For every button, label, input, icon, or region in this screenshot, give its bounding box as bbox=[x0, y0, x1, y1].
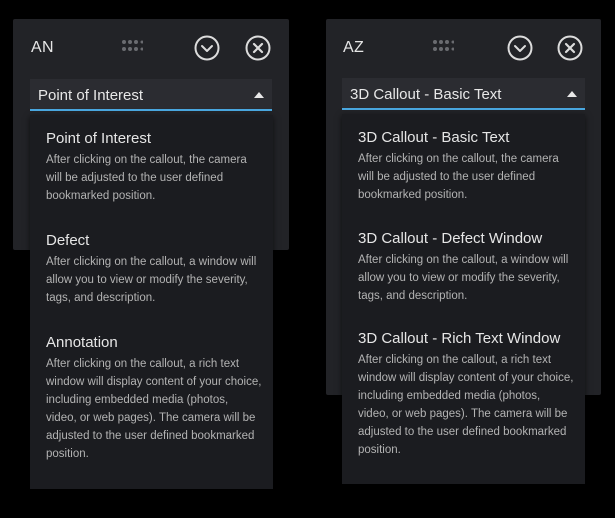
menu-option-defect[interactable]: Defect After clicking on the callout, a … bbox=[46, 231, 265, 307]
menu-option-point-of-interest[interactable]: Point of Interest After clicking on the … bbox=[46, 129, 265, 205]
option-description: After clicking on the callout, a rich te… bbox=[46, 358, 262, 460]
callout-type-select[interactable]: 3D Callout - Basic Text bbox=[342, 78, 585, 110]
close-button[interactable] bbox=[557, 35, 583, 61]
option-description: After clicking on the callout, the camer… bbox=[46, 154, 247, 202]
collapse-button[interactable] bbox=[194, 35, 220, 61]
callout-type-select[interactable]: Point of Interest bbox=[30, 79, 272, 111]
option-title: 3D Callout - Basic Text bbox=[358, 129, 510, 146]
option-title: Defect bbox=[46, 232, 90, 249]
option-description: After clicking on the callout, a window … bbox=[358, 254, 569, 302]
drag-grip-icon[interactable] bbox=[121, 39, 143, 53]
menu-option-basic-text[interactable]: 3D Callout - Basic Text After clicking o… bbox=[358, 128, 577, 204]
panel-title: AN bbox=[31, 39, 54, 56]
option-description: After clicking on the callout, a window … bbox=[46, 256, 257, 304]
caret-up-icon bbox=[254, 92, 264, 98]
collapse-button[interactable] bbox=[507, 35, 533, 61]
close-circle-icon bbox=[557, 35, 583, 61]
option-title: Point of Interest bbox=[46, 130, 152, 147]
chevron-down-circle-icon bbox=[194, 35, 220, 61]
callout-type-menu: 3D Callout - Basic Text After clicking o… bbox=[342, 114, 585, 484]
option-title: 3D Callout - Rich Text Window bbox=[358, 330, 561, 347]
menu-option-annotation[interactable]: Annotation After clicking on the callout… bbox=[46, 333, 265, 463]
select-value: Point of Interest bbox=[38, 87, 144, 104]
panel-header: AZ bbox=[326, 19, 601, 77]
option-description: After clicking on the callout, a rich te… bbox=[358, 354, 574, 456]
close-circle-icon bbox=[245, 35, 271, 61]
select-value: 3D Callout - Basic Text bbox=[350, 86, 502, 103]
panel-header: AN bbox=[13, 19, 289, 77]
drag-grip-icon[interactable] bbox=[432, 39, 454, 53]
callout-type-menu: Point of Interest After clicking on the … bbox=[30, 115, 273, 489]
option-title: 3D Callout - Defect Window bbox=[358, 230, 543, 247]
panel-title: AZ bbox=[343, 39, 365, 56]
menu-option-defect-window[interactable]: 3D Callout - Defect Window After clickin… bbox=[358, 229, 577, 305]
option-description: After clicking on the callout, the camer… bbox=[358, 153, 559, 201]
option-title: Annotation bbox=[46, 334, 118, 351]
menu-option-rich-text-window[interactable]: 3D Callout - Rich Text Window After clic… bbox=[358, 329, 577, 459]
close-button[interactable] bbox=[245, 35, 271, 61]
caret-up-icon bbox=[567, 91, 577, 97]
chevron-down-circle-icon bbox=[507, 35, 533, 61]
